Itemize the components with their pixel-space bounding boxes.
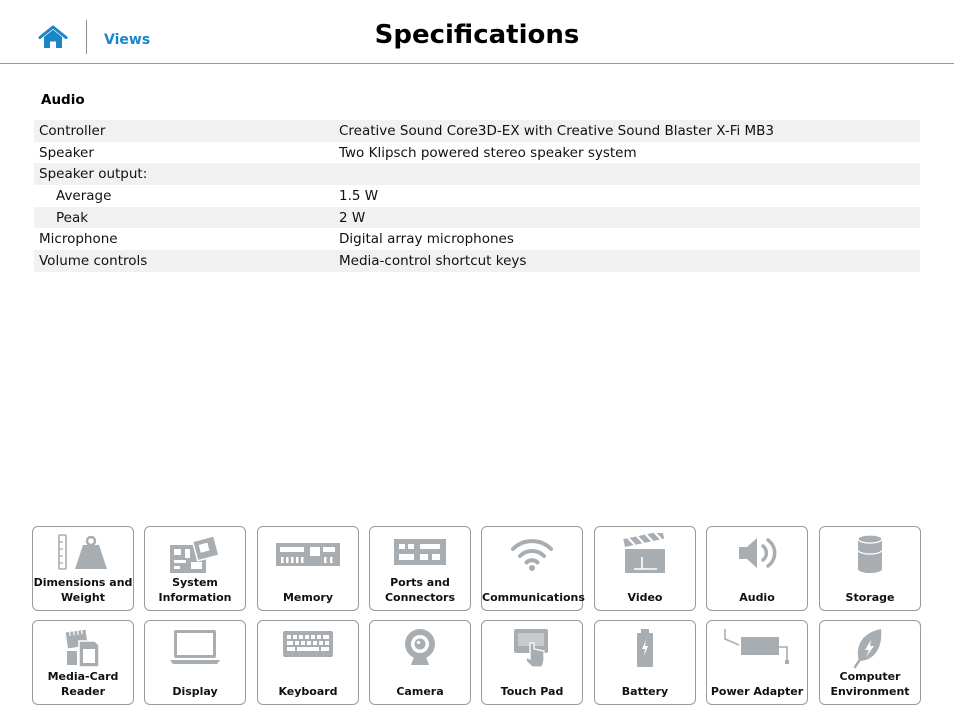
- spec-key: Controller: [34, 120, 339, 142]
- header-bar: Views Specifications: [0, 0, 954, 64]
- table-row: Speaker Two Klipsch powered stereo speak…: [34, 142, 920, 164]
- tile-label: Communications: [482, 591, 585, 604]
- spec-key: Speaker output:: [34, 163, 339, 186]
- tile-label: Audio: [739, 591, 775, 604]
- wifi-icon: [511, 539, 553, 571]
- power-adapter-icon: [724, 629, 789, 664]
- tile-audio[interactable]: Audio: [706, 526, 808, 611]
- tile-computer-environment[interactable]: Computer Environment: [819, 620, 921, 705]
- tile-label: Display: [172, 685, 218, 698]
- camera-icon: [405, 629, 435, 665]
- speaker-icon: [739, 538, 777, 568]
- clapperboard-icon: [623, 533, 665, 573]
- spec-key: Volume controls: [34, 250, 339, 272]
- table-row: Microphone Digital array microphones: [34, 228, 920, 250]
- tile-communications[interactable]: Communications: [481, 526, 585, 611]
- spec-value: [339, 163, 920, 186]
- tile-label: Media-Card Reader: [47, 670, 119, 698]
- spec-value: Two Klipsch powered stereo speaker syste…: [339, 144, 637, 161]
- spec-value: Media-control shortcut keys: [339, 250, 920, 272]
- tile-memory[interactable]: Memory: [257, 526, 359, 611]
- weight-icon: [58, 534, 107, 570]
- display-icon: [170, 630, 220, 664]
- table-row: Volume controls Media-control shortcut k…: [34, 250, 920, 272]
- tile-system-information[interactable]: System Information: [144, 526, 246, 611]
- battery-icon: [637, 629, 653, 667]
- storage-icon: [857, 534, 883, 573]
- tile-label: Battery: [621, 685, 669, 698]
- tile-keyboard[interactable]: Keyboard: [257, 620, 359, 705]
- ports-icon: [394, 539, 446, 565]
- tile-camera[interactable]: Camera: [369, 620, 471, 705]
- spec-key: Speaker: [39, 144, 94, 161]
- tile-label: System Information: [158, 576, 232, 604]
- tile-label: Touch Pad: [500, 685, 564, 698]
- tile-label: Storage: [845, 591, 895, 604]
- spec-value: 1.5 W: [339, 187, 379, 204]
- tile-storage[interactable]: Storage: [819, 526, 921, 611]
- table-row: Controller Creative Sound Core3D-EX with…: [34, 120, 920, 142]
- spec-key: Peak: [34, 206, 339, 229]
- spec-key: Microphone: [39, 231, 118, 248]
- touchpad-icon: [514, 629, 548, 668]
- tile-label: Computer Environment: [830, 670, 910, 698]
- spec-key: Average: [56, 187, 112, 204]
- memory-icon: [276, 543, 340, 566]
- motherboard-icon: [170, 534, 220, 573]
- tile-power-adapter[interactable]: Power Adapter: [706, 620, 808, 705]
- spec-table: Controller Creative Sound Core3D-EX with…: [34, 120, 920, 272]
- tile-touch-pad[interactable]: Touch Pad: [481, 620, 583, 705]
- tile-label: Memory: [282, 591, 334, 604]
- leaf-icon: [853, 629, 882, 669]
- spec-value: Digital array microphones: [339, 231, 514, 248]
- tile-media-card-reader[interactable]: Media-Card Reader: [32, 620, 134, 705]
- table-row: Peak 2 W: [34, 206, 920, 229]
- tile-label: Ports and Connectors: [384, 576, 456, 604]
- spec-value: Creative Sound Core3D-EX with Creative S…: [339, 120, 920, 142]
- keyboard-icon: [283, 631, 333, 657]
- tile-label: Power Adapter: [710, 685, 804, 698]
- tile-dimensions-and-weight[interactable]: Dimensions and Weight: [32, 526, 134, 611]
- spec-value: 2 W: [339, 206, 920, 229]
- table-row: Speaker output:: [34, 163, 920, 186]
- section-title: Audio: [41, 92, 85, 108]
- page-title: Specifications: [374, 20, 580, 50]
- tile-label: Video: [627, 591, 663, 604]
- tile-display[interactable]: Display: [144, 620, 246, 705]
- tile-video[interactable]: Video: [594, 526, 696, 611]
- tile-label: Keyboard: [278, 685, 338, 698]
- tile-label: Dimensions and Weight: [33, 576, 133, 604]
- tile-label: Camera: [396, 685, 444, 698]
- tile-ports-and-connectors[interactable]: Ports and Connectors: [369, 526, 471, 611]
- table-row: Average 1.5 W: [34, 185, 920, 207]
- media-card-icon: [65, 629, 100, 668]
- tile-battery[interactable]: Battery: [594, 620, 696, 705]
